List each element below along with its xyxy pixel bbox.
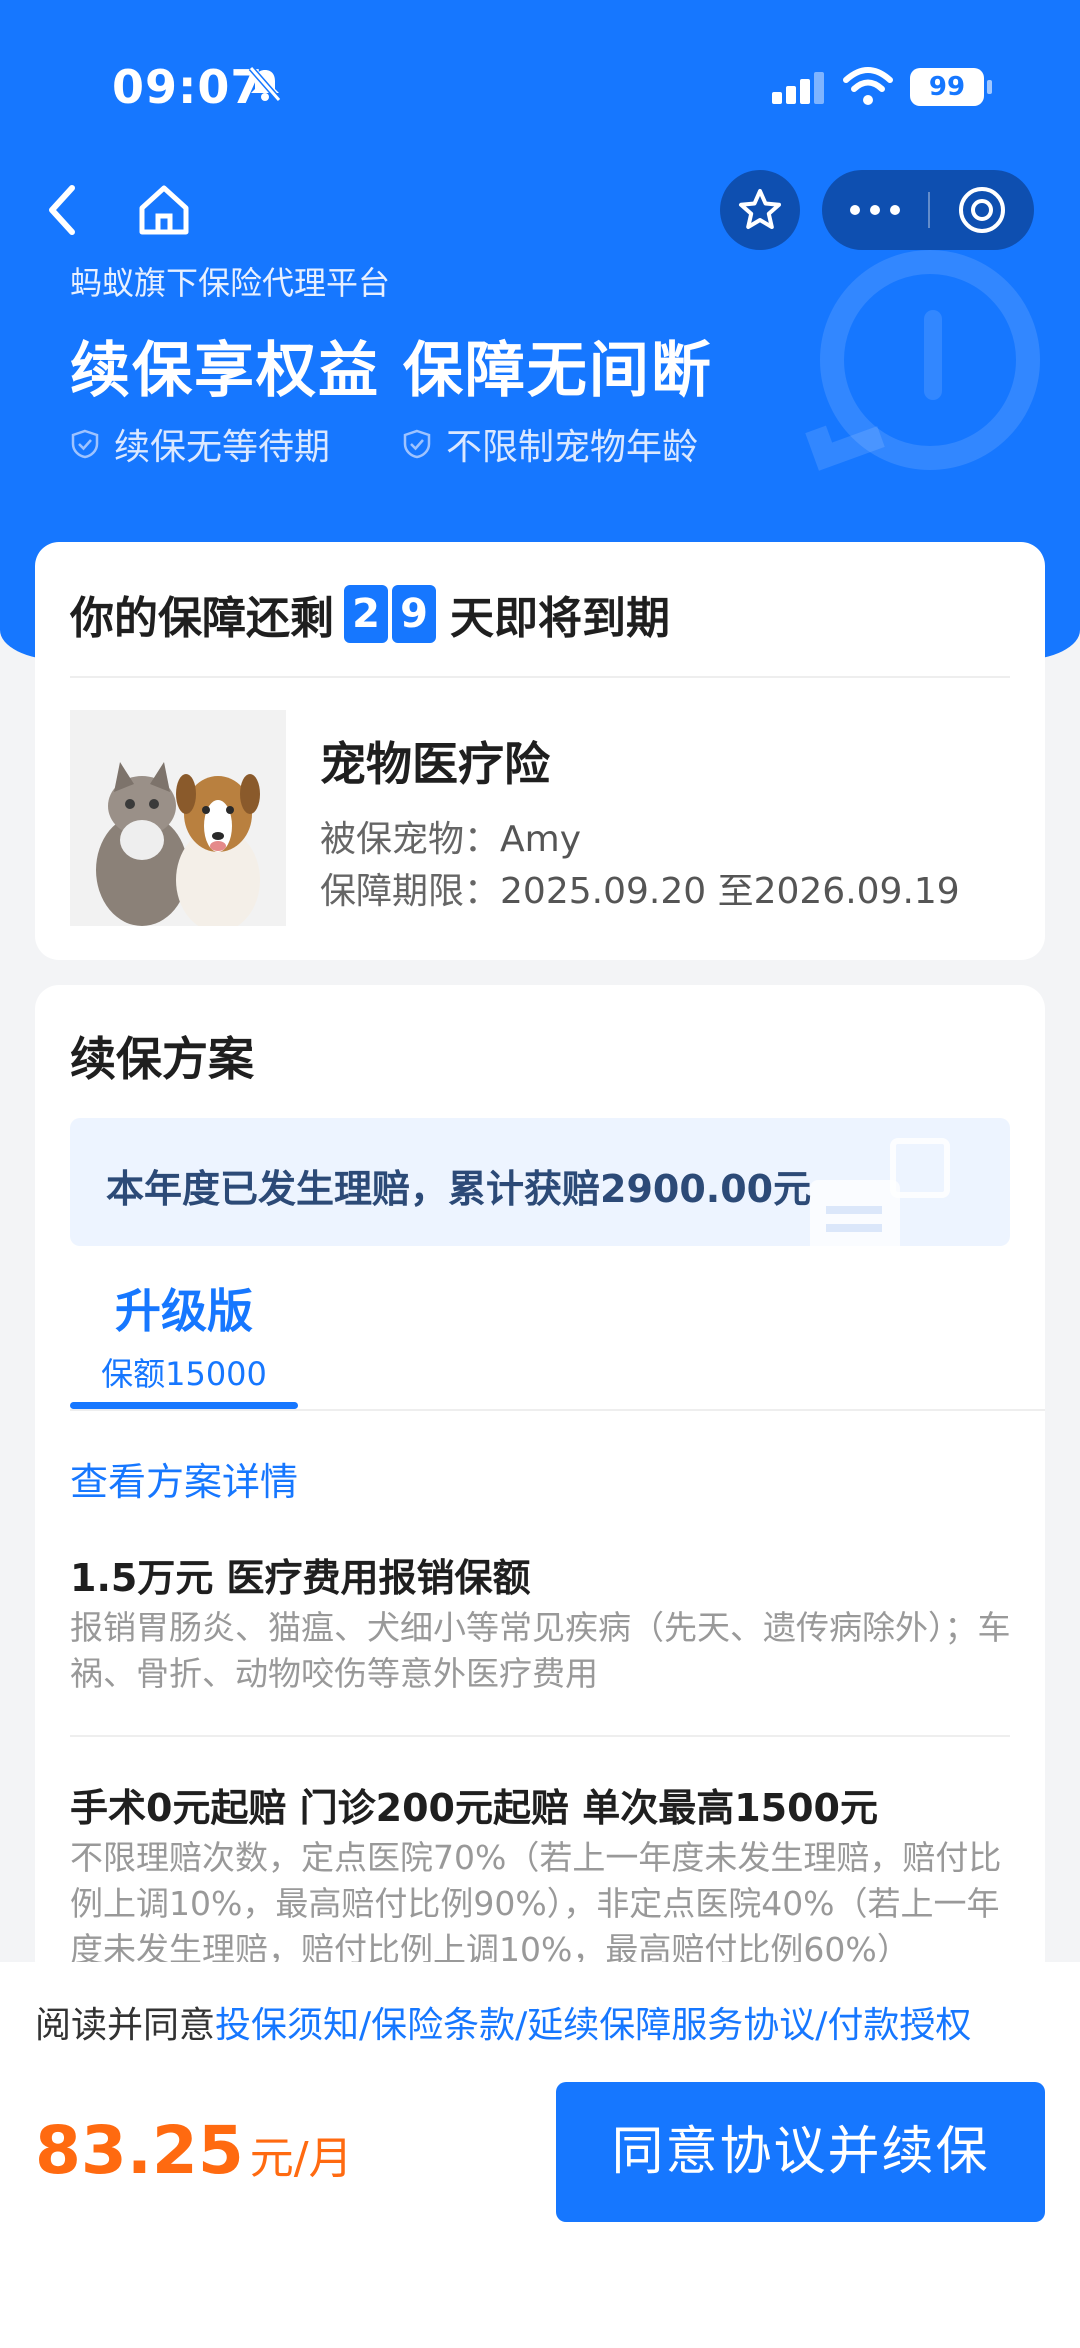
- expiry-prefix: 你的保障还剩: [70, 593, 334, 644]
- insured-value: Amy: [500, 819, 582, 860]
- product-name: 宠物医疗险: [320, 737, 550, 791]
- agree-and-renew-button[interactable]: 同意协议并续保: [556, 2082, 1045, 2222]
- perk-item: 续保无等待期: [70, 418, 330, 470]
- benefit-title: 1.5万元 医疗费用报销保额: [70, 1556, 531, 1600]
- cat-dog-image: [70, 710, 286, 926]
- plan-title: 续保方案: [70, 1032, 254, 1086]
- cellular-signal-icon: [772, 72, 824, 104]
- document-icon: [890, 1138, 950, 1198]
- divider: [70, 1735, 1010, 1737]
- status-time: 09:07: [112, 60, 264, 114]
- tab-upgrade-plan[interactable]: 升级版 保额15000: [70, 1275, 298, 1395]
- close-mini-program-button[interactable]: [930, 170, 1034, 250]
- mini-program-capsule: [822, 170, 1034, 250]
- expiry-suffix: 天即将到期: [450, 593, 670, 644]
- benefit-title: 手术0元起赔 门诊200元起赔 单次最高1500元: [70, 1786, 878, 1830]
- tab-name: 升级版: [115, 1284, 253, 1338]
- pet-photo: [70, 710, 286, 926]
- insured-label: 被保宠物：: [320, 819, 501, 860]
- hero-title: 续保享权益 保障无间断: [70, 336, 713, 406]
- period-label: 保障期限：: [320, 871, 501, 912]
- platform-tagline: 蚂蚁旗下保险代理平台: [70, 264, 391, 302]
- price-amount: 83.25: [35, 2112, 244, 2189]
- favorite-button[interactable]: [720, 170, 800, 250]
- more-options-button[interactable]: [822, 170, 928, 250]
- days-digit: 2: [344, 585, 388, 643]
- agreement-prefix: 阅读并同意: [35, 2005, 216, 2046]
- coverage-period-row: 保障期限：2025.09.20 至2026.09.19: [320, 862, 960, 914]
- close-circle-icon: [959, 187, 1005, 233]
- expiry-notice: 你的保障还剩 2 9 天即将到期: [70, 582, 670, 646]
- battery-indicator: 99: [910, 68, 992, 106]
- agreement-links[interactable]: 投保须知/保险条款/延续保障服务协议/付款授权: [215, 2005, 971, 2046]
- claim-banner: 本年度已发生理赔，累计获赔2900.00元: [70, 1118, 1010, 1246]
- perk-item: 不限制宠物年龄: [402, 418, 698, 470]
- benefit-description: 不限理赔次数，定点医院70%（若上一年度未发生理赔，赔付比例上调10%，最高赔付…: [70, 1838, 1002, 1969]
- tab-divider: [70, 1409, 1045, 1411]
- period-value: 2025.09.20 至2026.09.19: [500, 871, 960, 912]
- days-digit: 9: [392, 585, 436, 643]
- document-icon: [810, 1180, 900, 1246]
- benefit-description: 报销胃肠炎、猫瘟、犬细小等常见疾病（先天、遗传病除外）；车祸、骨折、动物咬伤等意…: [70, 1608, 1011, 1693]
- view-plan-details-link[interactable]: 查看方案详情: [70, 1451, 298, 1506]
- home-icon[interactable]: [136, 182, 192, 238]
- perk-label: 续保无等待期: [114, 427, 331, 468]
- price-unit: 元/月: [249, 2133, 353, 2184]
- policy-card: 你的保障还剩 2 9 天即将到期 宠物医疗险 被保宠物：Amy 保障期限：202…: [35, 542, 1045, 960]
- claim-text: 本年度已发生理赔，累计获赔2900.00元: [106, 1167, 812, 1211]
- tab-coverage-amount: 保额15000: [101, 1355, 267, 1393]
- shield-check-icon: [71, 429, 99, 459]
- price: 83.25 元/月: [35, 2112, 353, 2189]
- tab-active-indicator: [70, 1402, 298, 1409]
- status-bar: 09:07 99: [0, 0, 1080, 170]
- perk-label: 不限制宠物年龄: [446, 427, 699, 468]
- wifi-icon: [843, 67, 893, 105]
- checkout-footer: 阅读并同意投保须知/保险条款/延续保障服务协议/付款授权 83.25 元/月 同…: [0, 1962, 1080, 2348]
- silent-bell-icon: [248, 66, 282, 102]
- agreement-text: 阅读并同意投保须知/保险条款/延续保障服务协议/付款授权: [35, 1996, 971, 2048]
- back-arrow-icon[interactable]: [40, 180, 84, 240]
- shield-check-icon: [403, 429, 431, 459]
- star-icon: [739, 189, 781, 229]
- insured-pet-row: 被保宠物：Amy: [320, 810, 581, 862]
- more-dots-icon: [850, 205, 900, 215]
- renewal-plan-card: 续保方案 本年度已发生理赔，累计获赔2900.00元 升级版 保额15000 查…: [35, 985, 1045, 2085]
- refresh-arrow-icon: [805, 409, 885, 471]
- divider: [70, 676, 1010, 678]
